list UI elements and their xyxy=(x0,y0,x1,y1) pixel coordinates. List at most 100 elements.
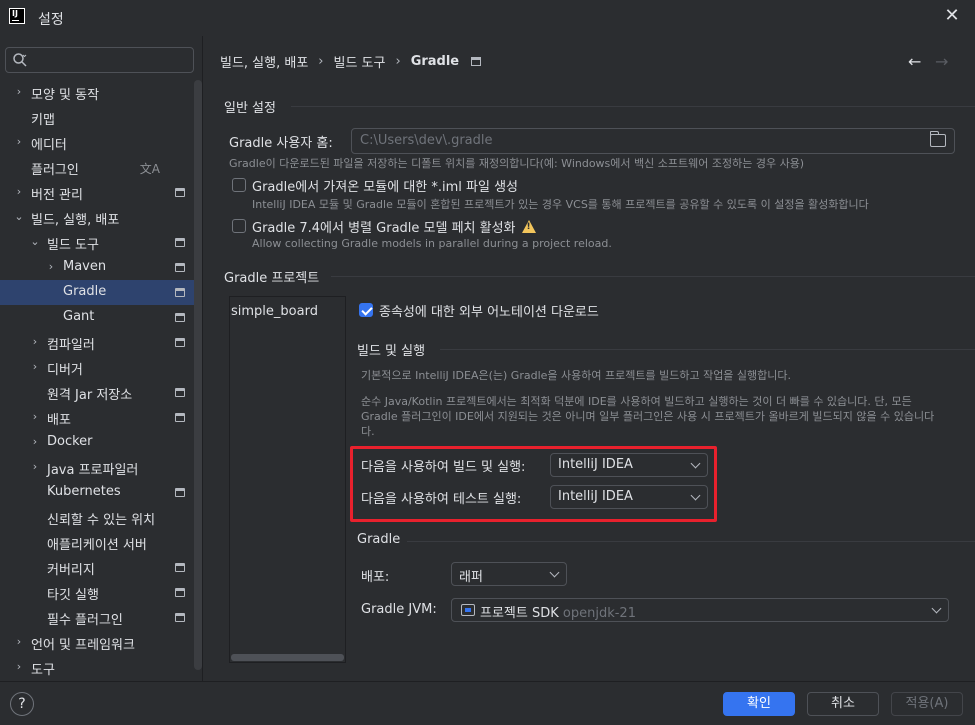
sidebar-item-7[interactable]: › Maven xyxy=(0,255,194,280)
sidebar-item-21[interactable]: 필수 플러그인 xyxy=(0,605,194,630)
chevron-right-icon[interactable]: › xyxy=(14,86,24,97)
search-icon xyxy=(13,53,27,67)
parallel-fetch-text: Gradle 7.4에서 병렬 Gradle 모델 페치 활성화 xyxy=(252,221,516,236)
sidebar-item-16[interactable]: Kubernetes xyxy=(0,480,194,505)
gradle-home-field[interactable]: C:\Users\dev\.gradle xyxy=(351,128,955,154)
cancel-button[interactable]: 취소 xyxy=(807,692,879,716)
gradle-jvm-select[interactable]: 프로젝트 SDK openjdk-21 xyxy=(451,598,949,622)
test-run-with-value: IntelliJ IDEA xyxy=(558,489,633,504)
gradle-section-title: Gradle xyxy=(357,532,401,547)
download-annotations-checkbox[interactable] xyxy=(359,303,373,317)
sidebar-item-13[interactable]: › 배포 xyxy=(0,405,194,430)
forward-arrow-icon[interactable]: → xyxy=(935,52,948,71)
sidebar-item-6[interactable]: ⌄ 빌드 도구 xyxy=(0,230,194,255)
sidebar-item-14[interactable]: › Docker xyxy=(0,430,194,455)
chevron-right-icon[interactable]: › xyxy=(46,261,56,272)
gradle-project-list[interactable]: simple_board xyxy=(229,296,346,663)
back-arrow-icon[interactable]: ← xyxy=(908,52,921,71)
help-button[interactable]: ? xyxy=(10,692,34,716)
settings-search[interactable] xyxy=(5,47,194,73)
sidebar-item-label: 신뢰할 수 있는 위치 xyxy=(47,513,156,528)
chevron-right-icon[interactable]: › xyxy=(30,436,40,447)
sidebar-item-label: Java 프로파일러 xyxy=(47,463,139,478)
breadcrumb-gradle: Gradle xyxy=(410,54,460,69)
sidebar-item-4[interactable]: › 버전 관리 xyxy=(0,180,194,205)
breadcrumb-build-run-deploy[interactable]: 빌드, 실행, 배포 xyxy=(220,52,308,71)
sidebar-item-label: 언어 및 프레임워크 xyxy=(31,638,135,653)
sidebar-item-0[interactable]: › 모양 및 동작 xyxy=(0,80,194,105)
project-level-icon xyxy=(471,57,482,66)
chevron-right-icon[interactable]: › xyxy=(30,336,40,347)
iml-checkbox-label[interactable]: Gradle에서 가져온 모듈에 대한 *.iml 파일 생성 xyxy=(252,176,518,195)
build-run-title: 빌드 및 실행 xyxy=(357,344,426,359)
parallel-fetch-label[interactable]: Gradle 7.4에서 병렬 Gradle 모델 페치 활성화 xyxy=(252,217,536,236)
ok-button[interactable]: 확인 xyxy=(723,692,795,716)
sidebar-item-20[interactable]: 타깃 실행 xyxy=(0,580,194,605)
gradle-home-value: C:\Users\dev\.gradle xyxy=(360,133,493,148)
close-icon[interactable]: ✕ xyxy=(942,6,962,26)
project-level-icon xyxy=(175,388,185,397)
build-run-with-select[interactable]: IntelliJ IDEA xyxy=(550,453,708,477)
sidebar-item-label: 키맵 xyxy=(31,113,55,128)
sidebar-item-17[interactable]: 신뢰할 수 있는 위치 xyxy=(0,505,194,530)
sidebar-item-1[interactable]: 키맵 xyxy=(0,105,194,130)
chevron-down-icon[interactable]: ⌄ xyxy=(14,211,24,222)
project-level-icon xyxy=(175,413,185,422)
sidebar-item-9[interactable]: Gant xyxy=(0,305,194,330)
chevron-right-icon[interactable]: › xyxy=(14,186,24,197)
window-title: 설정 xyxy=(38,12,64,28)
sidebar-item-22[interactable]: › 언어 및 프레임워크 xyxy=(0,630,194,655)
chevron-right-icon[interactable]: › xyxy=(30,411,40,422)
chevron-right-icon[interactable]: › xyxy=(30,461,40,472)
sidebar-item-label: Docker xyxy=(47,434,93,449)
sidebar-divider[interactable] xyxy=(202,36,203,681)
test-run-with-select[interactable]: IntelliJ IDEA xyxy=(550,485,708,509)
sidebar-item-11[interactable]: › 디버거 xyxy=(0,355,194,380)
sidebar-item-label: 에디터 xyxy=(31,138,67,153)
sidebar-item-label: Gradle xyxy=(63,284,107,299)
project-level-icon xyxy=(175,313,185,322)
chevron-right-icon[interactable]: › xyxy=(14,136,24,147)
distribution-select[interactable]: 래퍼 xyxy=(451,562,567,586)
sidebar-item-label: 도구 xyxy=(31,663,55,678)
sidebar-item-12[interactable]: 원격 Jar 저장소 xyxy=(0,380,194,405)
sidebar-item-19[interactable]: 커버리지 xyxy=(0,555,194,580)
apply-button[interactable]: 적용(A) xyxy=(891,692,963,716)
sidebar-item-label: 필수 플러그인 xyxy=(47,613,123,628)
iml-checkbox[interactable] xyxy=(232,178,246,192)
project-item-simple-board[interactable]: simple_board xyxy=(231,304,318,319)
sidebar-scrollbar[interactable] xyxy=(194,80,202,670)
gradle-home-hint: Gradle이 다운로드된 파일을 저장하는 디폴트 위치를 재정의합니다(예:… xyxy=(229,157,805,170)
sidebar-item-18[interactable]: 애플리케이션 서버 xyxy=(0,530,194,555)
sidebar-item-8[interactable]: Gradle xyxy=(0,280,194,305)
sidebar-item-label: 버전 관리 xyxy=(31,188,83,203)
sidebar-item-label: 플러그인 xyxy=(31,163,79,178)
sidebar-item-3[interactable]: 플러그인 文A xyxy=(0,155,194,180)
sidebar-item-5[interactable]: ⌄ 빌드, 실행, 배포 xyxy=(0,205,194,230)
title-bar: IJ 설정 ✕ xyxy=(0,0,975,36)
sidebar-item-2[interactable]: › 에디터 xyxy=(0,130,194,155)
sidebar-item-label: 모양 및 동작 xyxy=(31,88,100,103)
build-run-with-value: IntelliJ IDEA xyxy=(558,457,633,472)
chevron-right-icon[interactable]: › xyxy=(30,361,40,372)
sidebar-item-15[interactable]: › Java 프로파일러 xyxy=(0,455,194,480)
search-input[interactable] xyxy=(34,50,189,70)
build-run-desc2b: Gradle 플러그인이 IDE에서 지원되는 것은 아니며 일부 플러그인은 … xyxy=(361,410,935,423)
footer-divider xyxy=(0,681,975,682)
translate-icon: 文A xyxy=(139,162,160,176)
project-sdk-icon xyxy=(461,604,475,616)
breadcrumb-build-tools[interactable]: 빌드 도구 xyxy=(334,52,386,71)
parallel-fetch-checkbox[interactable] xyxy=(232,219,246,233)
download-annotations-label[interactable]: 종속성에 대한 외부 어노테이션 다운로드 xyxy=(379,301,599,320)
chevron-right-icon: › xyxy=(395,54,401,69)
project-list-scrollbar[interactable] xyxy=(231,654,344,661)
chevron-down-icon[interactable]: ⌄ xyxy=(30,236,40,247)
sidebar-item-10[interactable]: › 컴파일러 xyxy=(0,330,194,355)
sidebar-item-23[interactable]: › 도구 xyxy=(0,655,194,680)
project-level-icon xyxy=(175,263,185,272)
project-level-icon xyxy=(175,188,185,197)
folder-icon[interactable] xyxy=(930,131,946,147)
chevron-right-icon[interactable]: › xyxy=(14,636,24,647)
chevron-right-icon[interactable]: › xyxy=(14,661,24,672)
gradle-jvm-label: Gradle JVM: xyxy=(361,602,437,617)
